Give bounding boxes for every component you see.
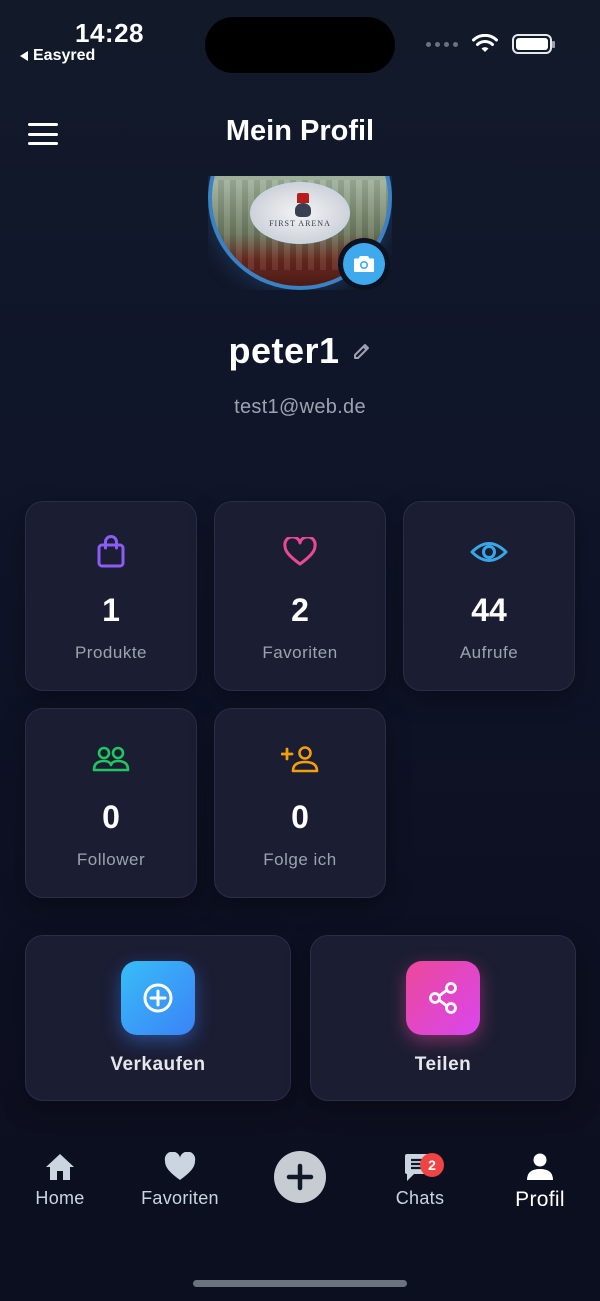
nav-home-label: Home bbox=[35, 1188, 85, 1208]
status-indicators bbox=[426, 34, 555, 54]
edit-pencil-icon[interactable] bbox=[352, 341, 372, 361]
nav-favoriten[interactable]: Favoriten bbox=[120, 1152, 240, 1209]
nav-home[interactable]: Home bbox=[0, 1152, 120, 1209]
stat-value: 2 bbox=[291, 592, 309, 628]
heart-icon bbox=[164, 1152, 196, 1180]
plus-icon bbox=[286, 1163, 314, 1191]
home-indicator[interactable] bbox=[193, 1280, 407, 1287]
wifi-icon bbox=[472, 34, 498, 52]
plus-circle-icon bbox=[143, 983, 173, 1013]
stat-label: Folge ich bbox=[263, 850, 337, 869]
stat-card-folge-ich[interactable]: 0 Folge ich bbox=[214, 708, 386, 898]
home-icon bbox=[46, 1154, 74, 1180]
signal-icon bbox=[426, 41, 458, 47]
share-button[interactable]: Teilen bbox=[310, 935, 576, 1101]
share-label: Teilen bbox=[414, 1054, 472, 1075]
add-person-icon bbox=[281, 746, 319, 773]
stat-card-produkte[interactable]: 1 Produkte bbox=[25, 501, 197, 691]
nav-profil[interactable]: Profil bbox=[480, 1152, 600, 1212]
dynamic-island bbox=[205, 17, 395, 73]
heart-icon bbox=[283, 537, 317, 566]
stat-card-aufrufe[interactable]: 44 Aufrufe bbox=[403, 501, 575, 691]
stat-label: Favoriten bbox=[262, 643, 338, 662]
battery-icon bbox=[512, 34, 555, 54]
person-icon bbox=[527, 1153, 553, 1180]
status-time: 14:28 bbox=[75, 18, 144, 48]
stat-label: Follower bbox=[76, 850, 146, 869]
stat-value: 1 bbox=[102, 592, 120, 628]
username: peter1 bbox=[228, 330, 340, 371]
nav-profil-label: Profil bbox=[515, 1188, 565, 1211]
stat-value: 44 bbox=[471, 592, 507, 628]
share-icon bbox=[429, 982, 457, 1014]
chats-unread-badge: 2 bbox=[420, 1153, 444, 1177]
stat-label: Aufrufe bbox=[459, 643, 519, 662]
nav-favoriten-label: Favoriten bbox=[141, 1188, 219, 1208]
sell-icon-tile bbox=[121, 961, 195, 1035]
back-arrow-icon bbox=[20, 51, 28, 61]
nav-chats-label: Chats bbox=[395, 1188, 445, 1208]
avatar-caption: FIRST ARENA bbox=[269, 219, 331, 228]
eye-icon bbox=[470, 542, 508, 562]
stat-value: 0 bbox=[102, 799, 120, 835]
username-row: peter1 bbox=[0, 330, 600, 372]
change-photo-button[interactable] bbox=[338, 238, 390, 290]
user-email: test1@web.de bbox=[234, 396, 366, 418]
page-title: Mein Profil bbox=[225, 115, 375, 147]
back-app-label: Easyred bbox=[33, 47, 96, 64]
back-to-app-link[interactable]: Easyred bbox=[20, 47, 95, 65]
stat-label: Produkte bbox=[74, 643, 148, 662]
people-icon bbox=[92, 746, 130, 772]
stat-value: 0 bbox=[291, 799, 309, 835]
share-icon-tile bbox=[406, 961, 480, 1035]
sell-label: Verkaufen bbox=[110, 1054, 206, 1075]
shopping-bag-icon bbox=[97, 535, 125, 568]
sell-button[interactable]: Verkaufen bbox=[25, 935, 291, 1101]
stat-card-follower[interactable]: 0 Follower bbox=[25, 708, 197, 898]
camera-icon bbox=[354, 256, 374, 272]
nav-add-button[interactable] bbox=[274, 1151, 326, 1203]
stat-card-favoriten[interactable]: 2 Favoriten bbox=[214, 501, 386, 691]
